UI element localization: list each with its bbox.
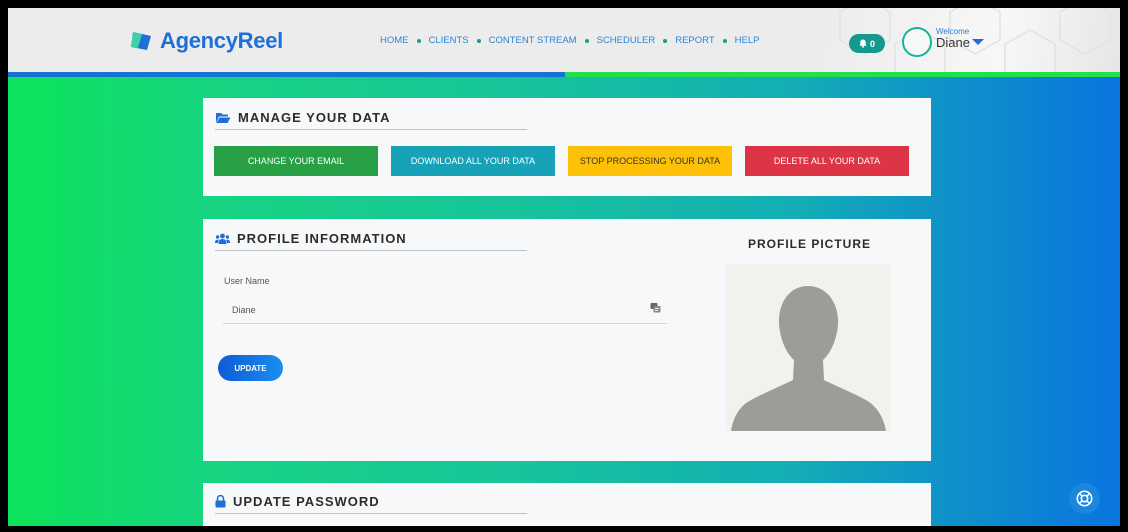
brand-logo[interactable]: AgencyReel (130, 28, 283, 54)
password-title: UPDATE PASSWORD (233, 494, 380, 509)
nav-content-stream[interactable]: CONTENT STREAM (489, 35, 577, 46)
manage-data-card: MANAGE YOUR DATA CHANGE YOUR EMAIL DOWNL… (203, 98, 931, 196)
nav-separator (663, 38, 668, 43)
lock-icon (215, 495, 226, 508)
nav-help[interactable]: HELP (735, 35, 760, 46)
delete-data-button[interactable]: DELETE ALL YOUR DATA (745, 146, 909, 176)
users-icon (215, 233, 230, 244)
chevron-down-icon[interactable] (972, 39, 984, 45)
nav-separator (722, 38, 727, 43)
change-email-button[interactable]: CHANGE YOUR EMAIL (214, 146, 378, 176)
bell-icon (859, 39, 867, 48)
help-button[interactable] (1069, 483, 1100, 514)
nav-scheduler[interactable]: SCHEDULER (597, 35, 656, 46)
main-nav: HOME CLIENTS CONTENT STREAM SCHEDULER RE… (380, 35, 759, 46)
nav-separator (584, 38, 589, 43)
user-greeting[interactable]: Welcome Diane (936, 27, 970, 50)
agencyreel-logo-icon (131, 32, 151, 50)
profile-heading: PROFILE INFORMATION (215, 231, 407, 246)
life-ring-icon (1076, 490, 1093, 507)
download-data-button[interactable]: DOWNLOAD ALL YOUR DATA (391, 146, 555, 176)
avatar-placeholder-icon (731, 286, 886, 431)
id-card-icon (650, 303, 661, 313)
nav-separator (476, 38, 481, 43)
nav-clients[interactable]: CLIENTS (429, 35, 469, 46)
profile-card: PROFILE INFORMATION User Name Diane UPDA… (203, 219, 931, 461)
header-underline-blue (8, 72, 565, 77)
top-header: AgencyReel HOME CLIENTS CONTENT STREAM S… (8, 8, 1120, 72)
username-input[interactable]: Diane (232, 305, 256, 315)
user-avatar[interactable] (902, 27, 932, 57)
profile-title: PROFILE INFORMATION (237, 231, 407, 246)
header-underline-green (565, 72, 1120, 77)
manage-data-heading: MANAGE YOUR DATA (215, 110, 391, 125)
password-heading: UPDATE PASSWORD (215, 494, 380, 509)
stop-processing-button[interactable]: STOP PROCESSING YOUR DATA (568, 146, 732, 176)
brand-name: AgencyReel (160, 28, 283, 53)
section-divider (215, 513, 527, 514)
notifications-button[interactable]: 0 (849, 34, 885, 53)
manage-data-title: MANAGE YOUR DATA (238, 110, 391, 125)
nav-home[interactable]: HOME (380, 35, 409, 46)
profile-picture-title: PROFILE PICTURE (748, 237, 872, 251)
username-label: User Name (224, 276, 270, 286)
folder-open-icon (216, 112, 231, 123)
nav-separator (416, 38, 421, 43)
nav-report[interactable]: REPORT (675, 35, 714, 46)
section-divider (215, 129, 527, 130)
app-frame: AgencyReel HOME CLIENTS CONTENT STREAM S… (8, 8, 1120, 526)
update-profile-button[interactable]: UPDATE (218, 355, 283, 381)
user-name: Diane (936, 35, 970, 50)
section-divider (215, 250, 527, 251)
username-underline (223, 323, 667, 324)
password-card: UPDATE PASSWORD (203, 483, 931, 526)
profile-picture[interactable] (726, 264, 891, 431)
notifications-count: 0 (869, 38, 875, 49)
